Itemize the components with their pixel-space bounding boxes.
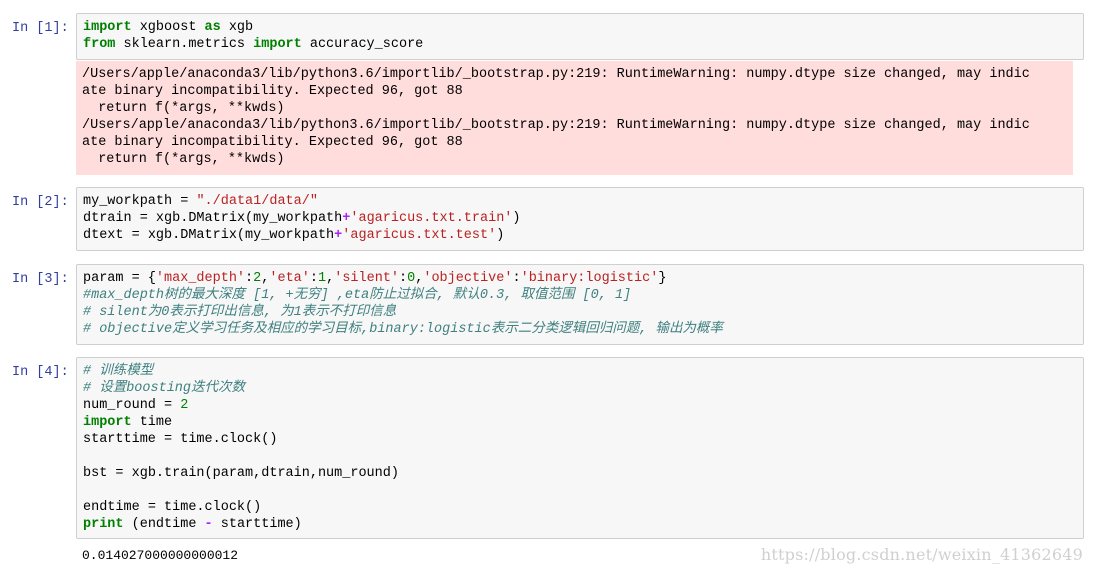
stderr-line: /Users/apple/anaconda3/lib/python3.6/imp… bbox=[82, 118, 1030, 133]
code-line: num_round = 2 bbox=[83, 397, 1077, 414]
code-token: : bbox=[309, 271, 318, 286]
code-token: time bbox=[131, 415, 173, 430]
cell-prompt: In [3]: bbox=[12, 272, 69, 287]
code-line: # 训练模型 bbox=[83, 363, 1077, 380]
code-token: starttime bbox=[83, 432, 165, 447]
code-token: my_workpath bbox=[83, 194, 181, 209]
code-token: xgb.DMatrix(my_workpath bbox=[147, 211, 343, 226]
code-input-cell-2[interactable]: my_workpath = "./data1/data/" dtrain = xg… bbox=[76, 187, 1084, 251]
code-token: endtime bbox=[83, 500, 148, 515]
code-line: print (endtime - starttime) bbox=[83, 516, 1077, 533]
code-line: #max_depth树的最大深度 [1, +无穷] ,eta防止过拟合, 默认0… bbox=[83, 287, 1077, 304]
code-token: = bbox=[115, 466, 124, 481]
code-line: my_workpath = "./data1/data/" bbox=[83, 193, 1077, 210]
code-line: from sklearn.metrics import accuracy_sco… bbox=[83, 36, 1077, 53]
code-token: 'eta' bbox=[269, 271, 310, 286]
code-token: : bbox=[399, 271, 408, 286]
code-line: # objective定义学习任务及相应的学习目标,binary:logisti… bbox=[83, 321, 1077, 338]
code-line: dtext = xgb.DMatrix(my_workpath+'agaricu… bbox=[83, 227, 1077, 244]
code-token: import bbox=[83, 20, 132, 35]
code-token: (endtime bbox=[123, 517, 205, 532]
code-token: param bbox=[83, 271, 132, 286]
code-token: - bbox=[204, 517, 213, 532]
code-line: import time bbox=[83, 414, 1077, 431]
code-token: import bbox=[253, 37, 302, 52]
watermark-url: https://blog.csdn.net/weixin_41362649 bbox=[760, 545, 1083, 564]
code-line: import xgboost as xgb bbox=[83, 19, 1077, 36]
code-token: 'agaricus.txt.train' bbox=[350, 211, 513, 226]
code-token: # objective定义学习任务及相应的学习目标,binary:logisti… bbox=[83, 322, 723, 337]
code-token: num_round bbox=[83, 398, 165, 413]
code-line: starttime = time.clock() bbox=[83, 431, 1077, 448]
code-token: 'objective' bbox=[423, 271, 513, 286]
code-token: # 训练模型 bbox=[83, 364, 154, 379]
code-token: xgb.DMatrix(my_workpath bbox=[139, 228, 335, 243]
code-token: dtrain bbox=[83, 211, 140, 226]
stderr-line: ate binary incompatibility. Expected 96,… bbox=[82, 135, 463, 150]
code-token: = bbox=[164, 432, 173, 447]
code-token: #max_depth树的最大深度 [1, +无穷] ,eta防止过拟合, 默认0… bbox=[83, 288, 632, 303]
stderr-output-cell-1: /Users/apple/anaconda3/lib/python3.6/imp… bbox=[76, 61, 1073, 175]
code-input-cell-1[interactable]: import xgboost as xgb from sklearn.metric… bbox=[76, 13, 1084, 60]
code-token: } bbox=[658, 271, 667, 286]
code-token: : bbox=[245, 271, 254, 286]
stderr-line: /Users/apple/anaconda3/lib/python3.6/imp… bbox=[82, 67, 1030, 82]
code-token: xgb.train(param,dtrain,num_round) bbox=[123, 466, 399, 481]
code-line: dtrain = xgb.DMatrix(my_workpath+'agaric… bbox=[83, 210, 1077, 227]
code-token: = bbox=[131, 228, 140, 243]
code-token: = bbox=[139, 211, 148, 226]
code-token: = bbox=[147, 500, 156, 515]
code-token: , bbox=[326, 271, 335, 286]
code-token: "./data1/data/" bbox=[196, 194, 318, 209]
code-token: = bbox=[164, 398, 173, 413]
code-line: param = {'max_depth':2,'eta':1,'silent':… bbox=[83, 270, 1077, 287]
code-token: # 设置boosting迭代次数 bbox=[83, 381, 246, 396]
code-token: xgboost bbox=[131, 20, 205, 35]
code-token: xgb bbox=[220, 20, 254, 35]
code-token: dtext bbox=[83, 228, 132, 243]
cell-output-text: 0.014027000000000012 bbox=[82, 548, 239, 563]
code-input-cell-3[interactable]: param = {'max_depth':2,'eta':1,'silent':… bbox=[76, 264, 1084, 345]
stderr-line: ate binary incompatibility. Expected 96,… bbox=[82, 84, 463, 99]
cell-prompt: In [2]: bbox=[12, 195, 69, 210]
code-token: 2 bbox=[180, 398, 189, 413]
stderr-line: return f(*args, **kwds) bbox=[82, 152, 285, 167]
code-token: time.clock() bbox=[172, 432, 278, 447]
code-token: 'binary:logistic' bbox=[520, 271, 659, 286]
code-token: 'agaricus.txt.test' bbox=[342, 228, 497, 243]
code-token: starttime) bbox=[212, 517, 302, 532]
code-token: 'silent' bbox=[334, 271, 400, 286]
code-line: # silent为0表示打印出信息, 为1表示不打印信息 bbox=[83, 304, 1077, 321]
code-token: ) bbox=[496, 228, 505, 243]
code-line: # 设置boosting迭代次数 bbox=[83, 380, 1077, 397]
code-token: = bbox=[131, 271, 140, 286]
code-token: 'max_depth' bbox=[155, 271, 246, 286]
code-token: accuracy_score bbox=[301, 37, 424, 52]
cell-prompt: In [1]: bbox=[12, 21, 69, 36]
code-token: from bbox=[83, 37, 116, 52]
code-token: print bbox=[83, 517, 124, 532]
code-line: endtime = time.clock() bbox=[83, 499, 1077, 516]
code-token: import bbox=[83, 415, 132, 430]
code-token: { bbox=[139, 271, 156, 286]
code-token: as bbox=[204, 20, 221, 35]
code-token: ) bbox=[512, 211, 521, 226]
cell-prompt: In [4]: bbox=[12, 365, 69, 380]
code-token: # silent为0表示打印出信息, 为1表示不打印信息 bbox=[83, 305, 397, 320]
stderr-line: return f(*args, **kwds) bbox=[82, 101, 285, 116]
code-token: sklearn.metrics bbox=[115, 37, 254, 52]
code-input-cell-4[interactable]: # 训练模型 # 设置boosting迭代次数 num_round = 2 impor… bbox=[76, 357, 1084, 539]
code-token: time.clock() bbox=[155, 500, 262, 515]
code-token: bst bbox=[83, 466, 116, 481]
code-token: : bbox=[512, 271, 521, 286]
code-token: 1 bbox=[318, 271, 327, 286]
code-line: bst = xgb.train(param,dtrain,num_round) bbox=[83, 465, 1077, 482]
